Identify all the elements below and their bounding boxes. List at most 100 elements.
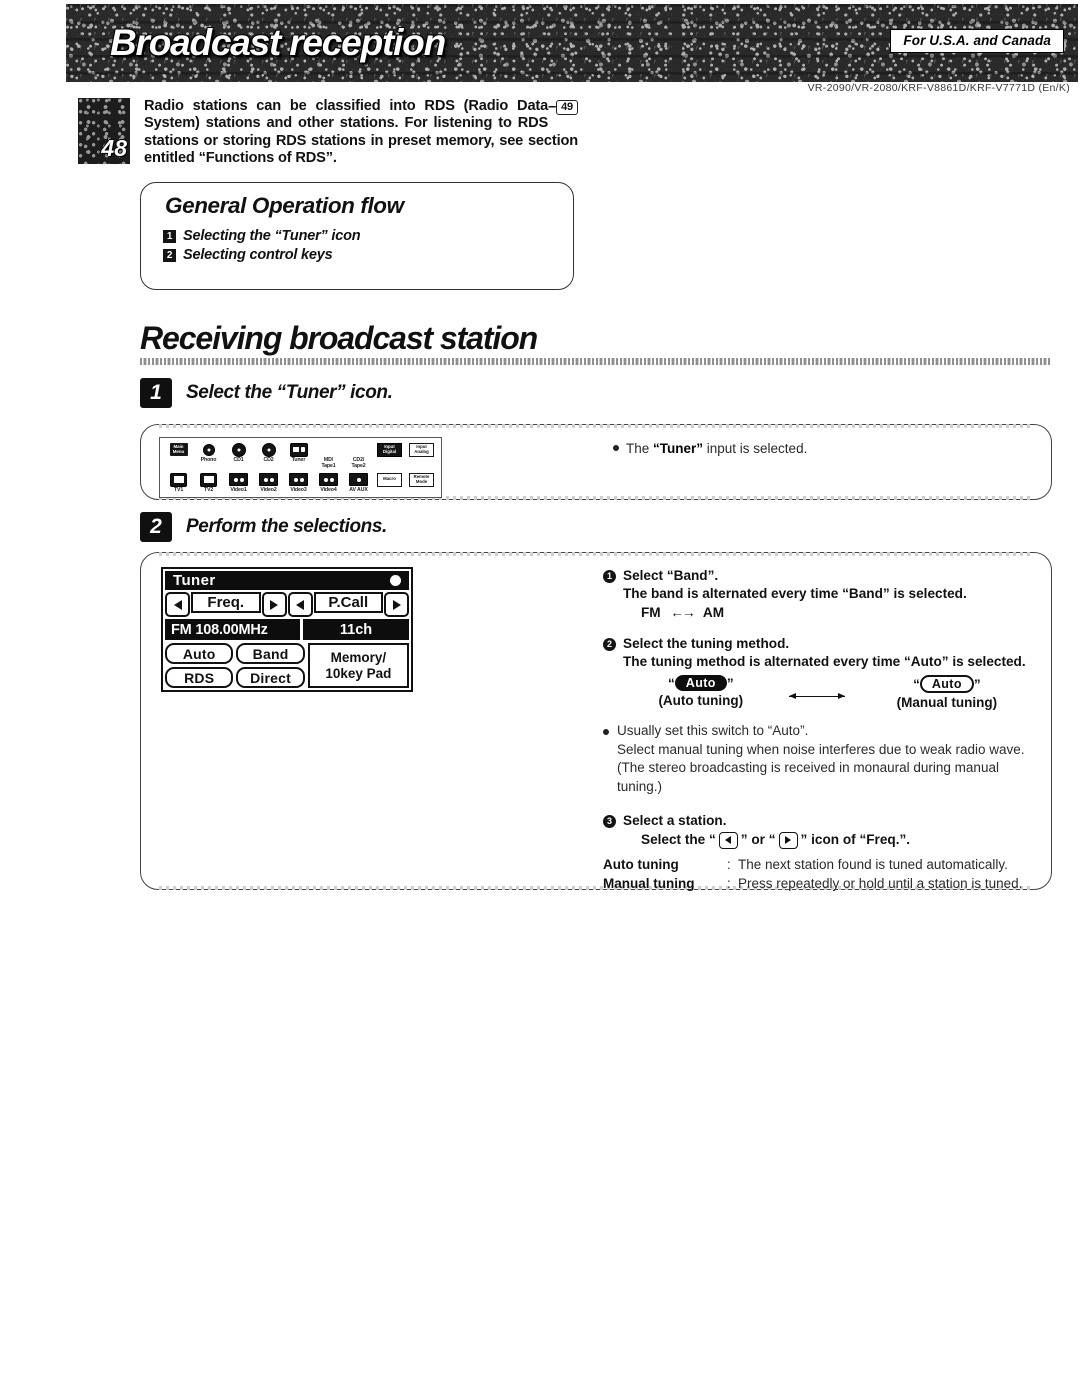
remote-key-main-menu[interactable]: Main Menu bbox=[165, 442, 192, 469]
row-key: Auto tuning bbox=[603, 857, 679, 872]
auto-tuning-caption: (Auto tuning) bbox=[658, 693, 744, 708]
remote-key-phono[interactable]: Phono bbox=[195, 442, 222, 469]
instruction-head-text: Select “Band”. bbox=[623, 568, 719, 583]
auto-button[interactable]: Auto bbox=[165, 643, 234, 664]
row-key: Manual tuning bbox=[603, 876, 695, 891]
tuner-control-row: Freq. P.Call bbox=[165, 592, 409, 617]
remote-key-video2[interactable]: Video2 bbox=[255, 472, 282, 493]
remote-key-video1[interactable]: Video1 bbox=[225, 472, 252, 493]
freq-next-button[interactable] bbox=[261, 592, 287, 617]
band-toggle-line: FM ←→ AM bbox=[641, 603, 1033, 622]
right-arrow-icon[interactable] bbox=[778, 831, 798, 849]
manual-tuning-caption: (Manual tuning) bbox=[896, 695, 998, 710]
instruction-3-head: 3 Select a station. bbox=[603, 812, 1033, 830]
instruction-2: 2 Select the tuning method. The tuning m… bbox=[603, 635, 1033, 796]
tuner-screen-title: Tuner bbox=[173, 572, 216, 589]
remote-key-tv1[interactable]: TV1 bbox=[165, 472, 192, 493]
flow-step-number: 2 bbox=[163, 249, 176, 262]
icon-line-mid: ” or “ bbox=[740, 832, 776, 847]
instruction-1-body: The band is alternated every time “Band”… bbox=[623, 586, 967, 601]
remote-row-2: TV1 TV2 Video1 Video2 Video3 Video4 AV A… bbox=[165, 472, 436, 493]
blank-icon bbox=[345, 442, 372, 457]
step2-badge: 2 bbox=[140, 512, 172, 542]
remote-key-label: CD2 bbox=[263, 457, 274, 463]
remote-key-label: Video1 bbox=[230, 487, 247, 493]
auto-chip-unselected[interactable]: Auto bbox=[919, 675, 974, 693]
page-header-band: Broadcast reception For U.S.A. and Canad… bbox=[66, 4, 1078, 82]
auto-chip-selected[interactable]: Auto bbox=[674, 675, 727, 691]
page-title: Broadcast reception bbox=[110, 22, 446, 63]
note-line-1: Usually set this switch to “Auto”. bbox=[617, 723, 809, 738]
instruction-1: 1 Select “Band”. The band is alternated … bbox=[603, 567, 1033, 622]
remote-key-label: Video2 bbox=[260, 487, 277, 493]
tuner-screen[interactable]: Tuner Freq. P.Call FM 108.00MHz 11ch Aut… bbox=[161, 567, 413, 692]
instruction-head-text: Select the tuning method. bbox=[623, 636, 790, 651]
remote-key-input-digital[interactable]: Input Digital bbox=[375, 442, 404, 469]
step1-note: The “Tuner” input is selected. bbox=[613, 440, 807, 458]
remote-key-md-tape1[interactable]: MD/ Tape1 bbox=[315, 442, 342, 469]
frequency-readout: FM 108.00MHz bbox=[165, 619, 300, 640]
pcall-next-button[interactable] bbox=[384, 592, 409, 617]
remote-key-video3[interactable]: Video3 bbox=[285, 472, 312, 493]
intro-text: Radio stations can be classified into RD… bbox=[144, 98, 578, 167]
page-number: 48 bbox=[101, 135, 127, 161]
cassette-icon bbox=[285, 472, 312, 487]
flow-item-label: Selecting control keys bbox=[183, 247, 333, 263]
remote-key-video4[interactable]: Video4 bbox=[315, 472, 342, 493]
remote-key-av-aux[interactable]: AV AUX bbox=[345, 472, 372, 493]
remote-row-1: Main Menu Phono CD1 CD2 Tuner MD/ Tape1 … bbox=[165, 442, 436, 469]
row-separator: : bbox=[727, 876, 731, 891]
remote-key-macro[interactable]: Macro bbox=[375, 472, 404, 493]
auto-chip-wrap: “Auto” bbox=[668, 675, 734, 691]
freq-prev-button[interactable] bbox=[165, 592, 190, 617]
remote-key-label: Tuner bbox=[291, 457, 306, 463]
manual-tuning-state: “Auto” (Manual tuning) bbox=[861, 675, 1033, 710]
icon-line-post: ” icon of “Freq.”. bbox=[800, 832, 911, 847]
tuner-readout-row: FM 108.00MHz 11ch bbox=[165, 619, 409, 640]
remote-key-tuner[interactable]: Tuner bbox=[285, 442, 312, 469]
ref-page-box[interactable]: 49 bbox=[556, 100, 578, 115]
remote-key-cd1[interactable]: CD1 bbox=[225, 442, 252, 469]
macro-icon: Macro bbox=[375, 472, 404, 487]
auto-tuning-state: “Auto” (Auto tuning) bbox=[629, 675, 773, 708]
left-arrow-icon[interactable] bbox=[718, 831, 738, 849]
remote-key-grid[interactable]: Main Menu Phono CD1 CD2 Tuner MD/ Tape1 … bbox=[159, 437, 442, 498]
remote-key-tv2[interactable]: TV2 bbox=[195, 472, 222, 493]
bidirectional-arrow-icon: ←→ bbox=[670, 605, 695, 620]
step1-note-bold: “Tuner” bbox=[653, 441, 704, 456]
band-fm-label: FM bbox=[641, 605, 661, 620]
remote-key-input-analog[interactable]: Input Analog bbox=[407, 442, 436, 469]
panel-edge-decoration bbox=[159, 552, 1033, 556]
main-menu-icon: Main Menu bbox=[165, 442, 192, 457]
flow-item: 1 Selecting the “Tuner” icon bbox=[163, 227, 361, 246]
row-value: Press repeatedly or hold until a station… bbox=[738, 876, 1023, 891]
pcall-prev-button[interactable] bbox=[287, 592, 313, 617]
bullet-icon bbox=[613, 445, 619, 451]
remote-key-cd2[interactable]: CD2 bbox=[255, 442, 282, 469]
direct-button[interactable]: Direct bbox=[236, 667, 305, 688]
flow-item: 2 Selecting control keys bbox=[163, 246, 360, 265]
tuner-bottom-row: Auto Band RDS Direct Memory/ 10key Pad bbox=[165, 643, 409, 688]
status-dot-icon bbox=[390, 575, 401, 586]
remote-key-cd2-tape2[interactable]: CD2/ Tape2 bbox=[345, 442, 372, 469]
ref-dash: – bbox=[548, 99, 557, 115]
panel-edge-decoration bbox=[159, 424, 1033, 428]
disc-icon bbox=[255, 442, 282, 457]
remote-key-label: CD1 bbox=[233, 457, 244, 463]
input-digital-icon: Input Digital bbox=[375, 442, 404, 457]
cassette-icon bbox=[255, 472, 282, 487]
pcall-label-field[interactable]: P.Call bbox=[313, 592, 383, 613]
remote-key-label: Video4 bbox=[320, 487, 337, 493]
freq-label-field[interactable]: Freq. bbox=[191, 592, 261, 613]
memory-label-line1: Memory/ bbox=[330, 649, 387, 665]
rds-button[interactable]: RDS bbox=[165, 667, 234, 688]
instruction-2-note: Usually set this switch to “Auto”. Selec… bbox=[603, 722, 1033, 796]
remote-key-remote-mode[interactable]: Remote Mode bbox=[407, 472, 436, 493]
step2-instructions: 1 Select “Band”. The band is alternated … bbox=[603, 567, 1033, 906]
tuner-screen-titlebar: Tuner bbox=[165, 571, 409, 590]
memory-10key-pad-button[interactable]: Memory/ 10key Pad bbox=[307, 643, 409, 688]
band-button[interactable]: Band bbox=[236, 643, 305, 664]
step1-header: 1 Select the “Tuner” icon. bbox=[140, 378, 393, 408]
instruction-head-text: Select a station. bbox=[623, 813, 727, 828]
remote-key-label: TV1 bbox=[173, 487, 184, 493]
